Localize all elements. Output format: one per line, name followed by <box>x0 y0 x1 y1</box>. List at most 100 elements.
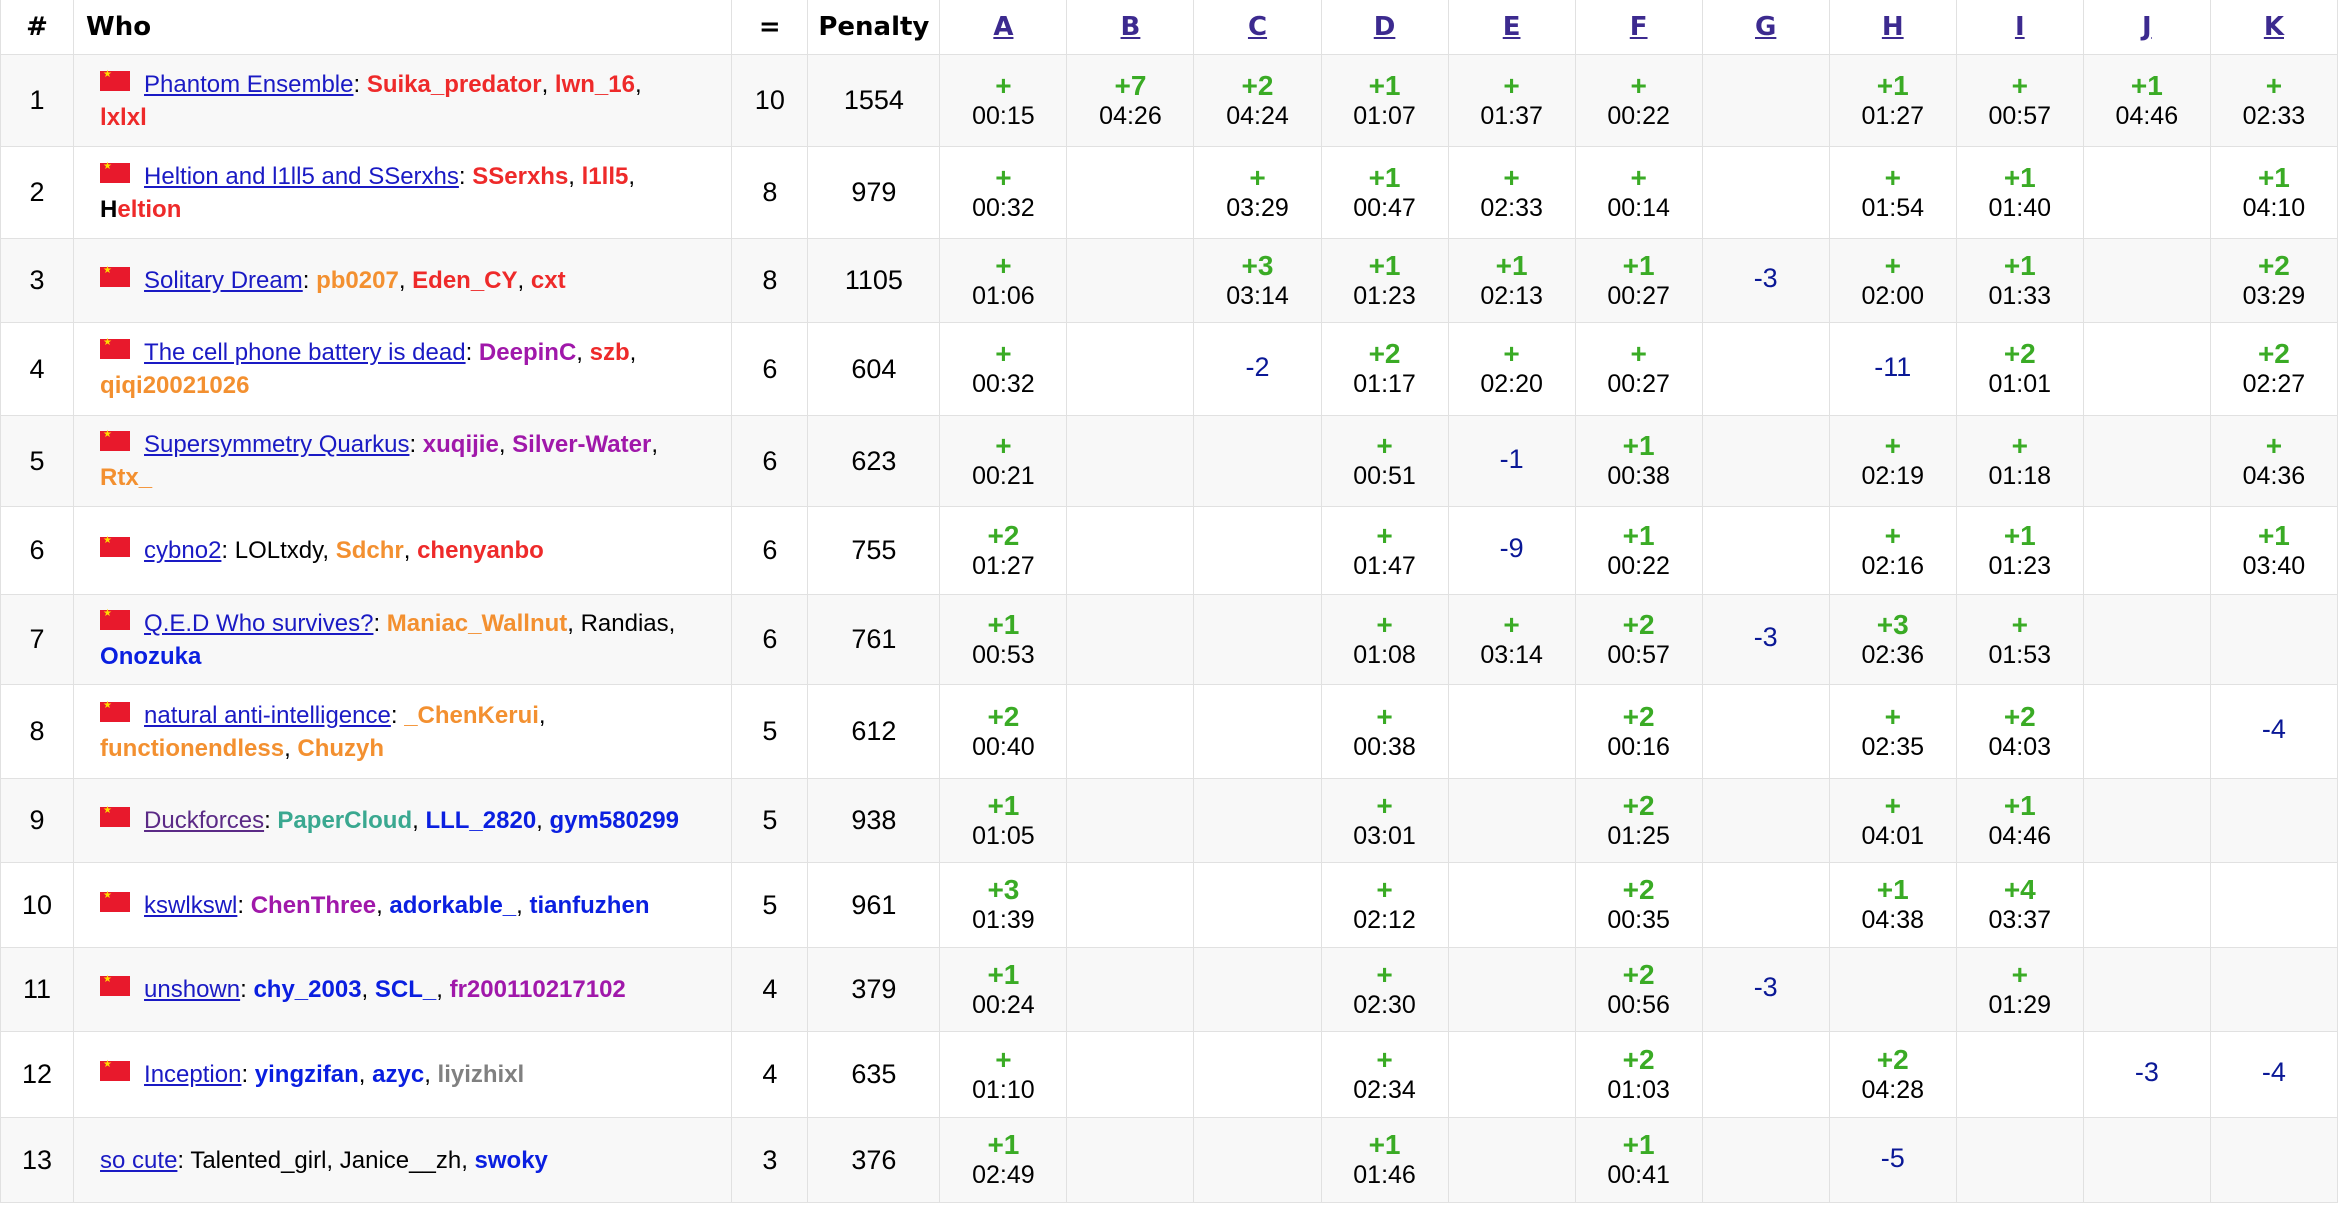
problem-cell <box>1701 54 1830 147</box>
team-member[interactable]: lxlxl <box>100 104 147 131</box>
problem-link-d[interactable]: D <box>1374 12 1396 42</box>
problem-link-i[interactable]: I <box>2015 12 2025 42</box>
team-link[interactable]: Q.E.D Who survives? <box>144 610 373 637</box>
solve-time: 00:16 <box>1607 732 1670 761</box>
team-member[interactable]: lwn_16 <box>555 71 635 98</box>
team-member[interactable]: Maniac_Wallnut <box>387 610 567 637</box>
team-member[interactable]: Onozuka <box>100 643 201 670</box>
team-member[interactable]: fr200110217102 <box>450 976 626 1003</box>
team-member[interactable]: yingzifan <box>255 1061 359 1088</box>
attempt-result: + <box>1503 338 1520 369</box>
problem-link-c[interactable]: C <box>1248 12 1267 42</box>
problem-header-c: C <box>1193 0 1322 55</box>
problem-link-a[interactable]: A <box>993 12 1013 42</box>
team-member[interactable]: Silver-Water <box>512 431 651 458</box>
attempt-result: +1 <box>2257 519 2290 551</box>
team-link[interactable]: natural anti-intelligence <box>144 702 391 729</box>
team-link[interactable]: Phantom Ensemble <box>144 71 353 98</box>
problem-cell: +1 04:38 <box>1828 862 1957 948</box>
team-link[interactable]: kswlkswl <box>144 892 237 919</box>
team-link[interactable]: Duckforces <box>144 807 264 834</box>
table-row: 4The cell phone battery is dead: DeepinC… <box>0 322 2338 416</box>
problem-cell: +02:34 <box>1320 1031 1449 1118</box>
penalty-value: 623 <box>807 415 941 507</box>
problem-link-b[interactable]: B <box>1121 12 1141 42</box>
attempt-result: +2 <box>1876 1043 1909 1075</box>
team-link[interactable]: Inception <box>144 1061 241 1088</box>
attempt-result: +2 <box>987 519 1020 551</box>
problem-cell <box>1193 684 1322 779</box>
team-member[interactable]: LLL_2820 <box>425 807 536 834</box>
team-member[interactable]: tianfuzhen <box>529 892 649 919</box>
team-member[interactable]: Chuzyh <box>297 735 384 762</box>
team-member[interactable]: _ChenKerui <box>404 702 539 729</box>
team-member[interactable]: SCL_ <box>375 976 436 1003</box>
problem-cell <box>1066 146 1195 239</box>
team-member[interactable]: chy_2003 <box>253 976 361 1003</box>
team-link[interactable]: Solitary Dream <box>144 267 303 294</box>
penalty-value: 938 <box>807 778 941 863</box>
team-member[interactable]: Eden_CY <box>412 267 517 294</box>
problem-cell: -1 <box>1447 415 1576 507</box>
problem-cell <box>2082 684 2211 779</box>
team-member[interactable]: gym580299 <box>550 807 679 834</box>
team-member[interactable]: swoky <box>475 1147 548 1174</box>
attempt-result: +2 <box>2003 338 2036 369</box>
team-link[interactable]: Supersymmetry Quarkus <box>144 431 409 458</box>
team-member[interactable]: adorkable_ <box>389 892 516 919</box>
team-link[interactable]: The cell phone battery is dead <box>144 339 466 366</box>
team-member[interactable]: azyc <box>372 1061 424 1088</box>
team-member[interactable]: cxt <box>531 267 566 294</box>
team-link[interactable]: Heltion and l1ll5 and SSerxhs <box>144 163 459 190</box>
team-member[interactable]: Heltion <box>100 196 181 223</box>
team-member[interactable]: Talented_girl <box>190 1147 326 1174</box>
team-member[interactable]: SSerxhs <box>472 163 568 190</box>
problem-link-f[interactable]: F <box>1630 12 1648 42</box>
attempt-result: +1 <box>2003 249 2036 281</box>
team-link[interactable]: unshown <box>144 976 240 1003</box>
problem-link-h[interactable]: H <box>1882 12 1904 42</box>
problem-link-k[interactable]: K <box>2264 12 2284 42</box>
attempt-result: + <box>2011 430 2028 461</box>
team-member[interactable]: functionendless <box>100 735 284 762</box>
solve-time: 02:12 <box>1353 906 1416 934</box>
problem-cell <box>2082 778 2211 863</box>
china-flag-icon <box>100 160 131 183</box>
team-member[interactable]: pb0207 <box>316 267 399 294</box>
team-member[interactable]: Sdchr <box>336 537 404 564</box>
team-member[interactable]: ChenThree <box>251 892 376 919</box>
team-member[interactable]: Janice__zh <box>340 1147 461 1174</box>
attempt-result: +1 <box>2003 161 2036 193</box>
team-member[interactable]: chenyanbo <box>417 537 544 564</box>
team-member[interactable]: liyizhixl <box>438 1061 525 1088</box>
team-member[interactable]: Rtx_ <box>100 464 152 491</box>
team-member[interactable]: PaperCloud <box>277 807 412 834</box>
team-member[interactable]: DeepinC <box>479 339 576 366</box>
solved-count: 5 <box>731 778 809 863</box>
solve-time: 01:53 <box>1988 640 2052 669</box>
team-link[interactable]: cybno2 <box>144 537 221 564</box>
solve-time: 00:15 <box>972 101 1035 130</box>
problem-cell <box>2082 1117 2211 1203</box>
team-member[interactable]: l1ll5 <box>582 163 629 190</box>
team-member[interactable]: xuqijie <box>423 431 499 458</box>
solved-count: 5 <box>731 684 809 779</box>
problem-link-e[interactable]: E <box>1503 12 1521 42</box>
team-link[interactable]: so cute <box>100 1147 177 1174</box>
problem-link-g[interactable]: G <box>1755 12 1776 42</box>
china-flag-icon <box>100 889 131 912</box>
team-member[interactable]: LOLtxdy <box>235 537 323 564</box>
solved-count: 6 <box>731 594 809 685</box>
problem-cell <box>2209 594 2338 685</box>
problem-link-j[interactable]: J <box>2142 12 2152 42</box>
solve-time: 01:47 <box>1353 551 1416 580</box>
attempt-result: + <box>1884 700 1901 732</box>
team-member[interactable]: Suika_predator <box>367 71 542 98</box>
team-member[interactable]: qiqi20021026 <box>100 372 249 399</box>
problem-cell: +2 00:56 <box>1574 947 1703 1032</box>
problem-cell <box>1701 684 1830 779</box>
rank-cell: 10 <box>0 862 75 948</box>
team-member[interactable]: Randias <box>581 610 669 637</box>
team-member[interactable]: szb <box>590 339 630 366</box>
rank-cell: 5 <box>0 415 75 507</box>
